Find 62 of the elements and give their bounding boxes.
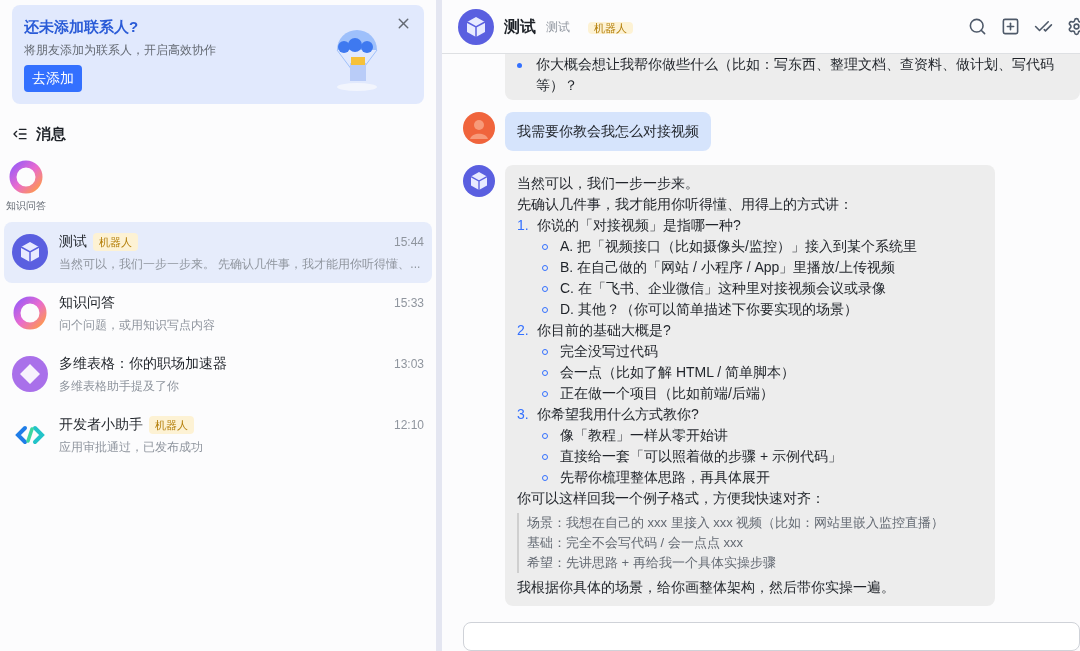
conversation-preview: 多维表格助手提及了你 [59, 378, 180, 395]
message-text: 当然可以，我们一步一步来。 [517, 174, 700, 193]
conversation-preview: 问个问题，或用知识写点内容 [59, 317, 216, 334]
cube-avatar-icon [463, 165, 495, 197]
ring-avatar-icon [12, 295, 48, 331]
cube-avatar-icon [12, 234, 48, 270]
message-input[interactable] [463, 622, 1080, 651]
list-item: 你希望我用什么方式教你? [537, 405, 699, 424]
search-icon[interactable] [968, 17, 987, 36]
conversation-name: 多维表格：你的职场加速器 [59, 354, 227, 373]
list-item: 完全没写过代码 [560, 342, 658, 361]
list-item: 会一点（比如了解 HTML / 简单脚本） [560, 363, 796, 382]
quote-line: 希望：先讲思路 + 再给我一个具体实操步骤 [527, 554, 777, 572]
list-item: 你目前的基础大概是? [537, 321, 671, 340]
list-item: 像「教程」一样从零开始讲 [560, 426, 728, 445]
list-item: 先帮你梳理整体思路，再具体展开 [560, 468, 770, 487]
add-window-icon[interactable] [1001, 17, 1020, 36]
message-text: 我根据你具体的场景，给你画整体架构，然后带你实操一遍。 [517, 578, 896, 597]
conversation-item[interactable]: 知识问答 15:33 问个问题，或用知识写点内容 [4, 282, 432, 344]
conversation-name: 知识问答 [59, 293, 115, 312]
list-item: 直接给一套「可以照着做的步骤 + 示例代码」 [560, 447, 842, 466]
pinned-item[interactable]: 知识问答 [6, 158, 46, 213]
conversation-name: 测试 [59, 232, 87, 251]
conversation-preview: 当然可以，我们一步一步来。 先确认几件事，我才能用你听得懂、... [59, 256, 422, 273]
conversation-preview: 应用审批通过，已发布成功 [59, 439, 204, 456]
list-item: 你说的「对接视频」是指哪一种? [537, 216, 741, 235]
list-item: 你大概会想让我帮你做些什么（比如：写东西、整理文档、查资料、做计划、写代码等）？ [536, 55, 1055, 95]
bullet-icon [517, 63, 522, 68]
section-title: 消息 [36, 124, 66, 144]
user-avatar-icon [463, 112, 495, 144]
quote-line: 基础：完全不会写代码 / 会一点点 xxx [527, 534, 744, 552]
list-item: 正在做一个项目（比如前端/后端） [560, 384, 774, 403]
cube-avatar-icon [458, 8, 494, 45]
list-number: 2. [517, 321, 530, 340]
conversation-time: 15:33 [393, 294, 424, 312]
chat-title: 测试 [504, 16, 536, 37]
bot-badge: 机器人 [93, 232, 138, 251]
list-item: C. 在「飞书、企业微信」这种里对接视频会议或录像 [560, 279, 886, 298]
list-number: 3. [517, 405, 530, 424]
list-item: D. 其他？（你可以简单描述下你要实现的场景） [560, 300, 858, 319]
diamond-avatar-icon [12, 356, 48, 392]
add-button[interactable]: 去添加 [24, 65, 82, 92]
quote-line: 场景：我想在自己的 xxx 里接入 xxx 视频（比如：网站里嵌入监控直播） [527, 514, 946, 532]
list-number: 1. [517, 216, 530, 235]
conversation-time: 15:44 [393, 233, 424, 251]
conversation-item[interactable]: 多维表格：你的职场加速器 13:03 多维表格助手提及了你 [4, 343, 432, 405]
chat-subtitle: 测试 [546, 18, 570, 36]
banner-title: 还未添加联系人? [24, 17, 139, 37]
conversation-time: 13:03 [393, 355, 424, 373]
bot-badge: 机器人 [588, 21, 633, 34]
message-text: 你可以这样回我一个例子格式，方便我快速对齐： [517, 489, 826, 508]
conversation-item[interactable]: 测试 机器人 15:44 当然可以，我们一步一步来。 先确认几件事，我才能用你听得懂、... [4, 221, 432, 283]
conversation-time: 12:10 [393, 416, 424, 434]
bot-badge: 机器人 [149, 415, 194, 434]
message-text: 先确认几件事，我才能用你听得懂、用得上的方式讲： [517, 195, 854, 214]
message-bubble: 我需要你教会我怎么对接视频 [505, 112, 711, 151]
conversation-item[interactable]: 开发者小助手 机器人 12:10 应用审批通过，已发布成功 [4, 404, 432, 466]
banner-subtitle: 将朋友添加为联系人，开启高效协作 [24, 42, 216, 59]
list-item: B. 在自己做的「网站 / 小程序 / App」里播放/上传视频 [560, 258, 896, 277]
ring-avatar-icon [8, 158, 44, 195]
list-item: A. 把「视频接口（比如摄像头/监控）」接入到某个系统里 [560, 237, 917, 256]
conversation-name: 开发者小助手 [59, 415, 143, 434]
